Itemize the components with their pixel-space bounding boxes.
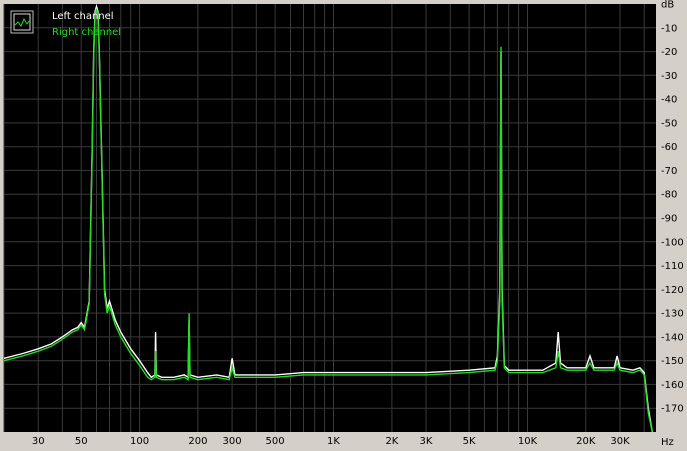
y-tick-label: -120 <box>661 285 684 296</box>
y-tick-label: -170 <box>661 404 684 415</box>
spectrum-svg: dB -10 -20 -30 -40 -50 -60 -70 -80 -90 -100 -110 -12… <box>0 0 687 451</box>
y-tick-label: -150 <box>661 356 684 367</box>
y-tick-label: -140 <box>661 332 684 343</box>
y-tick-label: -10 <box>661 23 677 34</box>
x-tick-label: 1K <box>327 436 340 447</box>
y-tick-label: -110 <box>661 261 684 272</box>
legend-right-channel: Right channel <box>52 27 121 38</box>
x-tick-label: 30 <box>32 436 45 447</box>
x-tick-label: 3K <box>420 436 433 447</box>
legend-left-channel: Left channel <box>52 11 114 22</box>
y-tick-label: -20 <box>661 47 677 58</box>
y-tick-label: -30 <box>661 71 677 82</box>
x-tick-label: 30K <box>610 436 630 447</box>
x-tick-label: 2K <box>385 436 398 447</box>
spectrum-chart: dB -10 -20 -30 -40 -50 -60 -70 -80 -90 -100 -110 -12… <box>0 0 687 451</box>
x-tick-label: 5K <box>463 436 476 447</box>
x-tick-label: 300 <box>223 436 242 447</box>
y-tick-label: -90 <box>661 214 677 225</box>
y-tick-label: -50 <box>661 118 677 129</box>
x-axis-unit-label: Hz <box>661 437 674 448</box>
y-tick-label: -130 <box>661 309 684 320</box>
x-tick-label: 10K <box>518 436 538 447</box>
x-tick-label: 500 <box>266 436 285 447</box>
y-tick-label: -80 <box>661 190 677 201</box>
x-tick-label: 50 <box>75 436 88 447</box>
y-axis-unit-label: dB <box>661 0 674 11</box>
x-tick-label: 100 <box>130 436 149 447</box>
x-tick-label: 20K <box>576 436 596 447</box>
y-tick-label: -40 <box>661 95 677 106</box>
y-tick-label: -60 <box>661 142 677 153</box>
x-tick-label: 200 <box>188 436 207 447</box>
y-tick-label: -160 <box>661 380 684 391</box>
y-tick-label: -70 <box>661 166 677 177</box>
y-tick-label: -100 <box>661 237 684 248</box>
